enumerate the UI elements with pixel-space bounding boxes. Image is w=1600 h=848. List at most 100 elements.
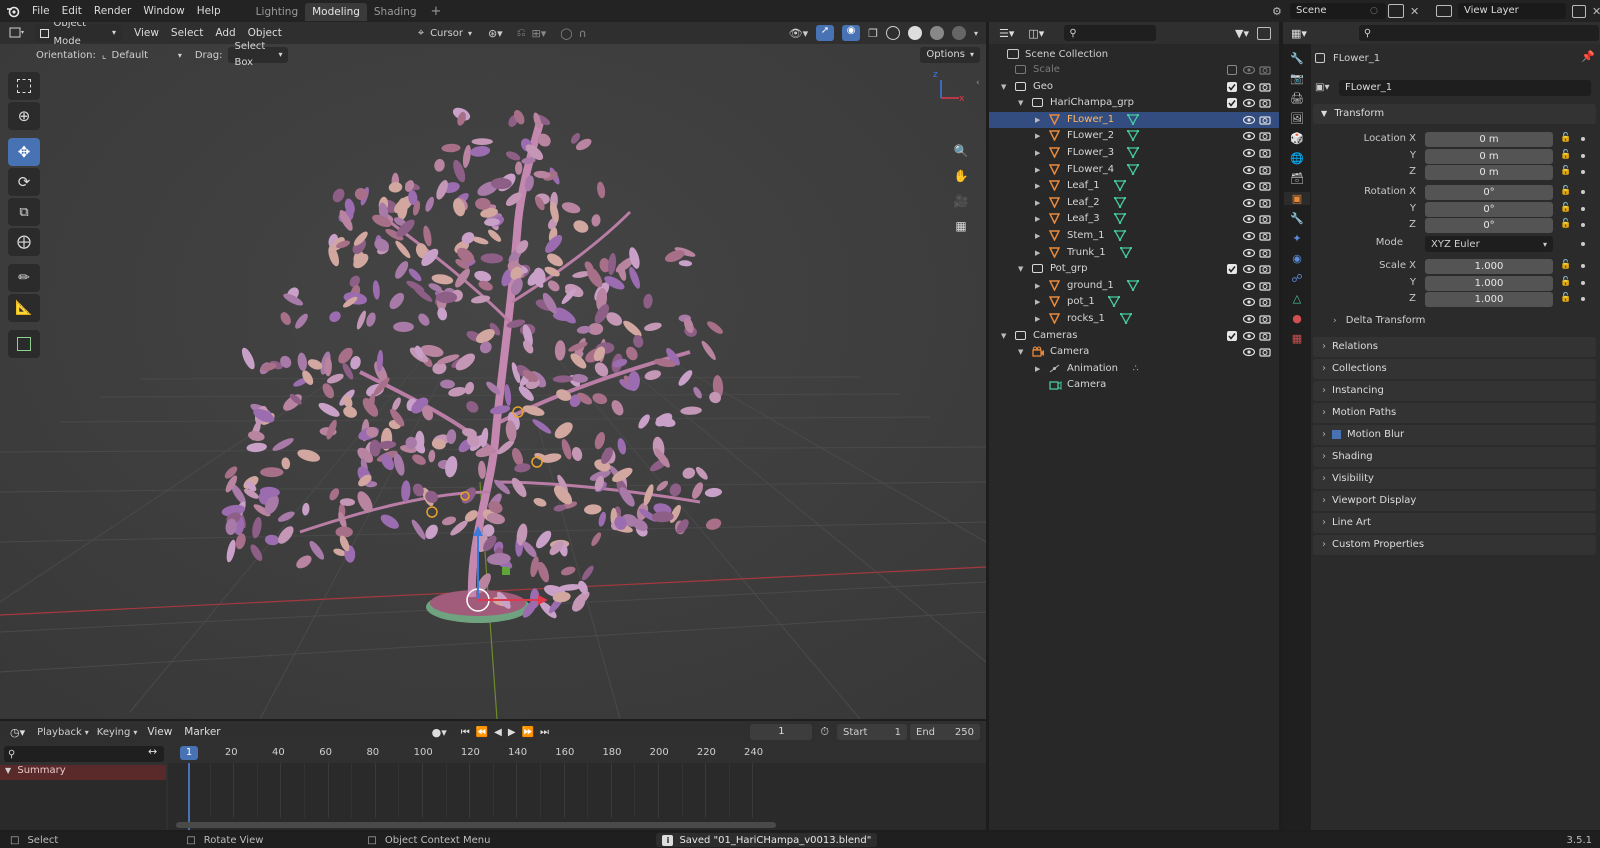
unlock-icon[interactable]: 🔓 [1560, 219, 1571, 229]
stopwatch-icon[interactable]: ⏱ [820, 725, 829, 739]
visibility-filter-icon[interactable]: 👁▾ [789, 27, 809, 40]
keyframe-dot-icon[interactable] [1581, 264, 1585, 268]
tab-modeling[interactable]: Modeling [305, 3, 367, 21]
transform-panel-header[interactable]: ▼ Transform [1313, 104, 1596, 124]
keyframe-dot-icon[interactable] [1581, 280, 1585, 285]
menu-render[interactable]: Render [88, 0, 137, 22]
summary-channel[interactable]: ▼ Summary [0, 765, 166, 780]
rotation-mode-dropdown[interactable]: XYZ Euler ▾ [1425, 236, 1553, 252]
exclude-checkbox[interactable] [1227, 81, 1237, 92]
record-icon[interactable]: ●▾ [432, 726, 447, 739]
keyframe-dot-icon[interactable] [1581, 170, 1585, 174]
pan-hand-icon[interactable]: ✋ [950, 165, 972, 187]
scene-tab-icon[interactable]: 🎲 [1290, 132, 1304, 145]
unlock-icon[interactable]: 🔓 [1560, 133, 1571, 143]
expand-right-icon[interactable]: ▶ [1035, 178, 1040, 195]
shading-material-icon[interactable] [929, 26, 944, 40]
outliner-row[interactable]: ▼ Camera [989, 344, 1279, 361]
outliner-row[interactable]: ▶ FLower_1 [989, 111, 1279, 129]
playhead-frame[interactable]: 1 [180, 746, 198, 760]
display-mode-icon[interactable]: ◫▾ [1028, 27, 1044, 40]
camera-view-icon[interactable]: 🎥 [950, 190, 972, 212]
outliner-search-input[interactable]: ⚲ [1064, 25, 1157, 41]
expand-right-icon[interactable]: ▶ [1035, 162, 1040, 179]
sidebar-toggle-icon[interactable]: ‹ [976, 78, 980, 88]
expand-down-icon[interactable]: ▼ [1018, 95, 1023, 112]
expand-right-icon[interactable]: ▶ [1035, 228, 1040, 245]
add-workspace-button[interactable]: + [424, 3, 449, 21]
outliner-row[interactable]: ▼ Cameras [989, 328, 1279, 345]
view-layer-selector[interactable]: View Layer ✕ [1436, 2, 1600, 20]
zoom-icon[interactable]: 🔍 [950, 140, 972, 162]
pin-icon[interactable]: 📌 [1581, 50, 1595, 63]
keyframe-dot-icon[interactable] [1581, 242, 1585, 246]
particles-tab-icon[interactable]: ✦ [1292, 232, 1301, 245]
rotation-field[interactable]: 0° [1425, 201, 1553, 217]
save-report[interactable]: i Saved "01_HariCHampa_v0013.blend" [656, 833, 878, 847]
falloff-icon[interactable]: ∩ [579, 27, 587, 40]
play-reverse-icon[interactable]: ◀ [494, 727, 502, 738]
close-scene-icon[interactable]: ✕ [1410, 5, 1419, 18]
3d-viewport[interactable]: Object Mode ▾ View Select Add Object ⌖ C… [0, 22, 986, 719]
motion-blur-checkbox[interactable] [1332, 429, 1341, 439]
timeline-search-input[interactable]: ⚲ [4, 746, 164, 762]
keyframe-dot-icon[interactable] [1581, 223, 1585, 227]
snap-icon[interactable]: ⎌ [517, 26, 526, 40]
ortho-grid-icon[interactable]: ▦ [950, 215, 972, 237]
action-icon[interactable]: ∴ [1133, 361, 1139, 378]
viewport-scene[interactable] [0, 22, 986, 719]
swap-icon[interactable]: ↔ [148, 745, 164, 761]
unlock-icon[interactable]: 🔓 [1560, 277, 1571, 287]
exclude-checkbox[interactable] [1227, 330, 1237, 341]
view-layer-tab-icon[interactable]: 🖼 [1290, 112, 1304, 125]
unlock-icon[interactable]: 🔓 [1560, 150, 1571, 160]
scale-field[interactable]: 1.000 [1425, 292, 1553, 307]
outliner-row[interactable]: ▶ FLower_2 [989, 128, 1279, 145]
menu-file[interactable]: File [26, 0, 56, 22]
outliner-row[interactable]: ▶ Stem_1 [989, 228, 1279, 245]
shading-solid-icon[interactable] [907, 26, 922, 40]
panel-header[interactable]: › Line Art [1313, 513, 1596, 533]
outliner-row[interactable]: ▶ ground_1 [989, 278, 1279, 295]
orientation-dropdown[interactable]: ⌞ Default ▾ [102, 50, 182, 61]
physics-tab-icon[interactable]: ◉ [1292, 252, 1302, 265]
start-frame-field[interactable]: Start 1 [837, 724, 907, 740]
editor-type-icon[interactable] [0, 27, 34, 39]
expand-down-icon[interactable]: ▼ [1001, 79, 1006, 96]
dopesheet-area[interactable]: 20 40 60 80 100 120 140 160 180 200 220 240 1 [168, 743, 986, 830]
panel-header[interactable]: › Instancing [1313, 381, 1596, 401]
timeline-menu-view[interactable]: View [141, 721, 178, 743]
location-field[interactable]: 0 m [1425, 148, 1553, 164]
unlock-icon[interactable]: 🔓 [1560, 203, 1571, 213]
options-dropdown[interactable]: Options ▾ [920, 47, 980, 63]
tab-shading[interactable]: Shading [367, 3, 424, 21]
panel-header[interactable]: › Relations [1313, 337, 1596, 357]
outliner-row[interactable]: ▶ FLower_4 [989, 162, 1279, 179]
keyframe-dot-icon[interactable] [1581, 137, 1585, 141]
texture-tab-icon[interactable]: ▦ [1292, 332, 1302, 345]
outliner-row[interactable]: ▶ FLower_3 [989, 145, 1279, 162]
panel-header[interactable]: › Custom Properties [1313, 535, 1596, 555]
object-name-field[interactable]: FLower_1 [1339, 79, 1591, 96]
rotate-tool[interactable]: ⟳ [8, 168, 40, 196]
new-collection-icon[interactable] [1257, 26, 1271, 40]
scene-selector[interactable]: ⚙ Scene ○ ✕ [1272, 2, 1419, 20]
snap-target-icon[interactable]: ⊞▾ [532, 27, 547, 40]
viewport-menu-view[interactable]: View [128, 22, 165, 44]
shading-wireframe-icon[interactable] [885, 26, 900, 40]
scale-field[interactable]: 1.000 [1425, 275, 1553, 291]
object-tab-icon[interactable]: ▣ [1284, 192, 1310, 205]
outliner-row[interactable]: ▶ Animation ∴ [989, 361, 1279, 378]
unlock-icon[interactable]: 🔓 [1560, 166, 1571, 176]
proportional-edit-icon[interactable]: ◯ [560, 27, 572, 40]
expand-down-icon[interactable]: ▼ [1001, 328, 1006, 345]
outliner-row[interactable]: Camera [989, 377, 1279, 394]
exclude-checkbox[interactable] [1227, 264, 1237, 275]
menu-window[interactable]: Window [137, 0, 190, 22]
scale-field[interactable]: 1.000 [1425, 259, 1553, 274]
delta-transform-subpanel[interactable]: › Delta Transform [1333, 315, 1425, 331]
measure-tool[interactable]: 📐 [8, 294, 40, 322]
location-field[interactable]: 0 m [1425, 165, 1553, 180]
unlock-icon[interactable]: 🔓 [1560, 186, 1571, 196]
current-frame-field[interactable]: 1 [750, 724, 813, 740]
